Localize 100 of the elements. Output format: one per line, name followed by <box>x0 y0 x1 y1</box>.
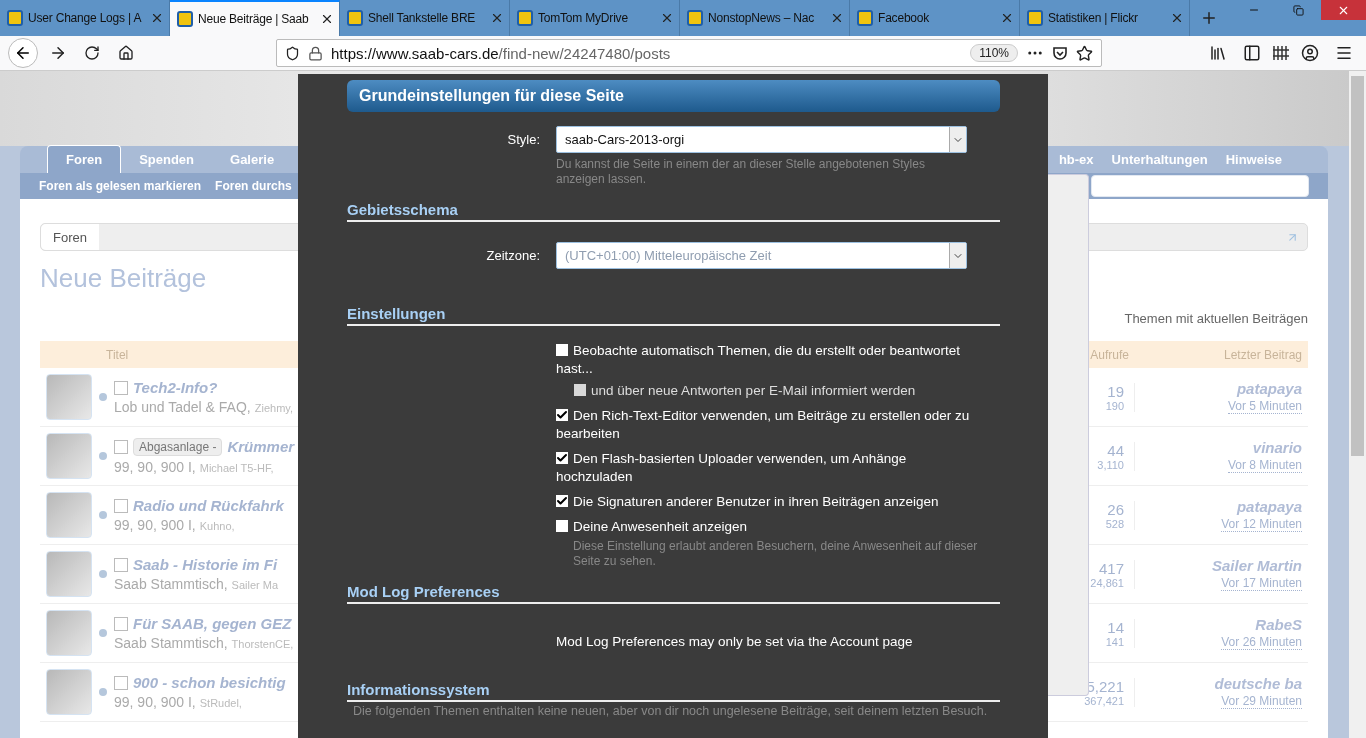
zoom-badge[interactable]: 110% <box>970 44 1018 62</box>
last-poster[interactable]: patapaya <box>1236 498 1302 515</box>
checkbox-option[interactable]: Beobachte automatisch Themen, die du erstellt oder beantwortet hast... <box>556 342 976 378</box>
thread-title[interactable]: 900 - schon besichtig <box>133 674 286 691</box>
checkbox-option[interactable]: Deine Anwesenheit anzeigen <box>556 518 976 536</box>
column-header: Titel <box>105 347 130 362</box>
shield-icon[interactable] <box>285 45 300 61</box>
select-checkbox[interactable] <box>114 616 128 631</box>
browser-tab[interactable]: Neue Beiträge | Saab <box>170 0 340 36</box>
author-name[interactable]: StRudel, <box>199 697 242 709</box>
last-poster[interactable]: deutsche ba <box>1214 675 1302 692</box>
select-checkbox[interactable] <box>114 439 128 454</box>
checkbox-option[interactable]: Den Flash-basierten Uploader verwenden, um Anhänge hochzuladen <box>556 450 976 486</box>
forum-name[interactable]: Saab Stammtisch, <box>114 576 228 592</box>
back-button[interactable] <box>8 38 38 68</box>
author-name[interactable]: Kuhno, <box>199 520 235 532</box>
view-count: 24,861 <box>1090 576 1124 589</box>
avatar-photo[interactable] <box>46 492 92 538</box>
site-icon <box>687 10 703 26</box>
view-count: 141 <box>1105 635 1124 648</box>
unread-dot-icon[interactable] <box>98 569 108 579</box>
last-post-time[interactable]: Vor 17 Minuten <box>1221 576 1302 591</box>
thread-title[interactable]: Für SAAB, gegen GEZ <box>133 615 292 632</box>
checkbox-option[interactable]: Den Rich-Text-Editor verwenden, um Beiträge zu erstellen oder zu bearbeiten <box>556 407 976 443</box>
forum-name[interactable]: 99, 90, 900 I, <box>114 458 196 475</box>
nav-tab[interactable]: Spenden <box>121 146 213 173</box>
nav-tab[interactable]: hb-ex <box>1049 146 1103 173</box>
unread-dot-icon[interactable] <box>98 392 108 402</box>
avatar-photo[interactable] <box>46 433 92 479</box>
close-icon[interactable] <box>320 12 334 26</box>
nav-tab[interactable]: Foren <box>47 145 122 173</box>
reply-count: 44 <box>1107 441 1124 459</box>
info-text: Die folgenden Themen enthalten keine neuen, aber von dir noch ungelesene Beiträge, seit deinem letzten Besuch. <box>352 704 989 718</box>
thread-title[interactable]: Tech2-Info? <box>133 379 218 396</box>
reply-count: 26 <box>1107 500 1124 518</box>
subnav-link[interactable]: Foren als gelesen markieren <box>39 179 202 193</box>
unread-dot-icon[interactable] <box>98 451 108 461</box>
scrollbar[interactable] <box>1349 71 1366 738</box>
grid-icon[interactable] <box>1272 45 1290 61</box>
forum-name[interactable]: 99, 90, 900 I, <box>114 517 196 533</box>
author-name[interactable]: ThorstenCE, <box>231 638 294 650</box>
option-hint: Diese Einstellung erlaubt anderen Besuchern, deine Anwesenheit auf dieser Seite zu sehen. <box>573 539 979 569</box>
last-poster[interactable]: vinario <box>1252 439 1302 456</box>
last-post-time[interactable]: Vor 26 Minuten <box>1221 635 1302 650</box>
last-poster[interactable]: Sailer Martin <box>1211 557 1302 574</box>
check-icon <box>556 452 568 464</box>
breadcrumb-link[interactable]: Foren <box>41 224 99 250</box>
site-icon <box>857 10 873 26</box>
avatar-photo[interactable] <box>46 610 92 656</box>
nav-tab[interactable]: Galerie <box>212 146 293 173</box>
thread-title[interactable]: Radio und Rückfahrk <box>133 497 284 514</box>
star-icon[interactable] <box>1076 44 1093 62</box>
nav-tab[interactable]: Hinweise <box>1216 146 1291 173</box>
reply-count: 14 <box>1107 618 1124 636</box>
forum-name[interactable]: 99, 90, 900 I, <box>114 694 196 710</box>
forum-name[interactable]: Lob und Tadel & FAQ, <box>114 399 251 415</box>
last-post-time[interactable]: Vor 8 Minuten <box>1227 458 1302 473</box>
pocket-icon[interactable] <box>1052 45 1068 61</box>
avatar-photo[interactable] <box>46 551 92 597</box>
unread-dot-icon[interactable] <box>98 628 108 638</box>
last-post-time[interactable]: Vor 29 Minuten <box>1221 694 1302 709</box>
filter-link[interactable]: Themen mit aktuellen Beiträgen <box>1124 311 1308 327</box>
select-checkbox[interactable] <box>114 557 128 572</box>
lock-icon <box>308 45 323 61</box>
view-count: 528 <box>1105 517 1124 530</box>
author-name[interactable]: Michael T5-HF, <box>199 461 274 474</box>
checkbox-option[interactable]: Die Signaturen anderer Benutzer in ihren Beiträgen anzeigen <box>556 493 976 511</box>
reply-count: 417 <box>1098 559 1124 577</box>
site-icon <box>7 10 23 26</box>
select-checkbox[interactable] <box>114 675 128 690</box>
unread-dot-icon[interactable] <box>98 510 108 520</box>
check-icon <box>556 409 568 421</box>
last-post-time[interactable]: Vor 5 Minuten <box>1227 399 1302 414</box>
view-count: 3,110 <box>1097 458 1124 471</box>
site-icon <box>347 10 363 26</box>
author-name[interactable]: Sailer Ma <box>231 579 279 591</box>
column-header: Letzter Beitrag <box>1222 347 1303 362</box>
thread-prefix[interactable]: Abgasanlage - <box>133 437 223 456</box>
section-heading: Gebietsschema <box>347 201 1000 222</box>
style-select[interactable]: saab-Cars-2013-orgi <box>556 126 967 153</box>
subnav-link[interactable]: Foren durchs <box>215 179 292 193</box>
author-name[interactable]: Ziehmy, <box>254 402 294 414</box>
unread-dot-icon[interactable] <box>98 687 108 697</box>
last-post-time[interactable]: Vor 12 Minuten <box>1221 517 1302 532</box>
site-icon <box>1027 10 1043 26</box>
nav-tab[interactable]: Unterhaltungen <box>1102 146 1217 173</box>
thread-title[interactable]: Saab - Historie im Fi <box>133 556 278 573</box>
view-count: 190 <box>1105 399 1124 412</box>
url-field[interactable]: https://www.saab-cars.de/find-new/24247480/posts 110% <box>276 39 1102 67</box>
field-label: Style: <box>506 131 540 147</box>
select-checkbox[interactable] <box>114 498 128 513</box>
last-poster[interactable]: RabeS <box>1255 616 1302 633</box>
field-label: Zeitzone: <box>485 247 540 263</box>
last-poster[interactable]: patapaya <box>1236 380 1302 397</box>
search-field[interactable] <box>1091 175 1309 197</box>
select-checkbox[interactable] <box>114 380 128 395</box>
thread-title[interactable]: Krümmer <box>227 438 295 455</box>
forum-name[interactable]: Saab Stammtisch, <box>114 635 228 651</box>
avatar-photo[interactable] <box>46 669 92 715</box>
avatar-photo[interactable] <box>46 374 92 420</box>
